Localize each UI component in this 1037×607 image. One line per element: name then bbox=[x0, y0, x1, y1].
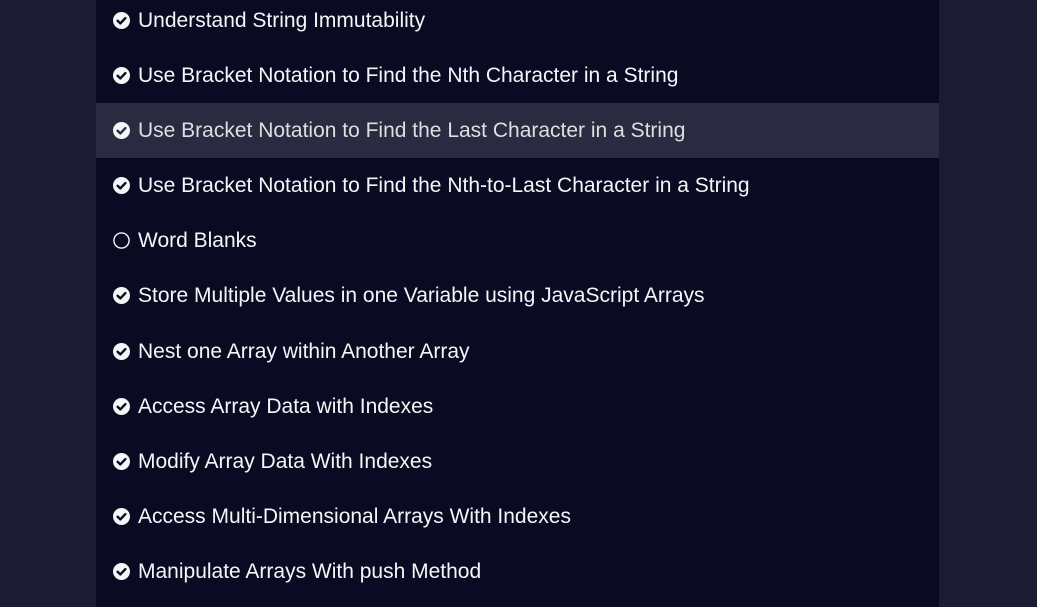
check-circle-icon bbox=[113, 287, 130, 304]
empty-circle-icon bbox=[113, 232, 130, 249]
check-circle-icon bbox=[113, 453, 130, 470]
challenge-title: Modify Array Data With Indexes bbox=[138, 450, 433, 473]
challenge-item-word-blanks[interactable]: Word Blanks bbox=[96, 213, 939, 268]
challenge-title: Manipulate Arrays With push Method bbox=[138, 560, 482, 583]
check-circle-icon bbox=[113, 177, 130, 194]
challenge-item-push-method[interactable]: Manipulate Arrays With push Method bbox=[96, 544, 939, 599]
challenge-title: Use Bracket Notation to Find the Last Ch… bbox=[138, 119, 686, 142]
challenge-item-nest-array[interactable]: Nest one Array within Another Array bbox=[96, 324, 939, 379]
challenge-title: Understand String Immutability bbox=[138, 9, 426, 32]
challenge-title: Use Bracket Notation to Find the Nth Cha… bbox=[138, 64, 679, 87]
check-circle-icon bbox=[113, 563, 130, 580]
challenge-item-store-multiple-values[interactable]: Store Multiple Values in one Variable us… bbox=[96, 268, 939, 323]
check-circle-icon bbox=[113, 343, 130, 360]
challenge-title: Nest one Array within Another Array bbox=[138, 340, 470, 363]
challenge-item-last-character[interactable]: Use Bracket Notation to Find the Last Ch… bbox=[96, 103, 939, 158]
challenge-item-understand-string-immutability[interactable]: Understand String Immutability bbox=[96, 0, 939, 48]
check-circle-icon bbox=[113, 12, 130, 29]
check-circle-icon bbox=[113, 508, 130, 525]
challenge-title: Access Multi-Dimensional Arrays With Ind… bbox=[138, 505, 571, 528]
challenge-item-nth-character[interactable]: Use Bracket Notation to Find the Nth Cha… bbox=[96, 48, 939, 103]
challenge-item-modify-array-data[interactable]: Modify Array Data With Indexes bbox=[96, 434, 939, 489]
challenge-item-nth-to-last-character[interactable]: Use Bracket Notation to Find the Nth-to-… bbox=[96, 158, 939, 213]
challenge-title: Access Array Data with Indexes bbox=[138, 395, 434, 418]
challenge-item-multi-dimensional-arrays[interactable]: Access Multi-Dimensional Arrays With Ind… bbox=[96, 489, 939, 544]
check-circle-icon bbox=[113, 122, 130, 139]
check-circle-icon bbox=[113, 398, 130, 415]
challenge-title: Store Multiple Values in one Variable us… bbox=[138, 284, 705, 307]
challenge-title: Use Bracket Notation to Find the Nth-to-… bbox=[138, 174, 750, 197]
challenge-title: Word Blanks bbox=[138, 229, 257, 252]
challenge-list-panel: Understand String Immutability Use Brack… bbox=[96, 0, 939, 607]
check-circle-icon bbox=[113, 67, 130, 84]
challenge-item-access-array-data[interactable]: Access Array Data with Indexes bbox=[96, 379, 939, 434]
